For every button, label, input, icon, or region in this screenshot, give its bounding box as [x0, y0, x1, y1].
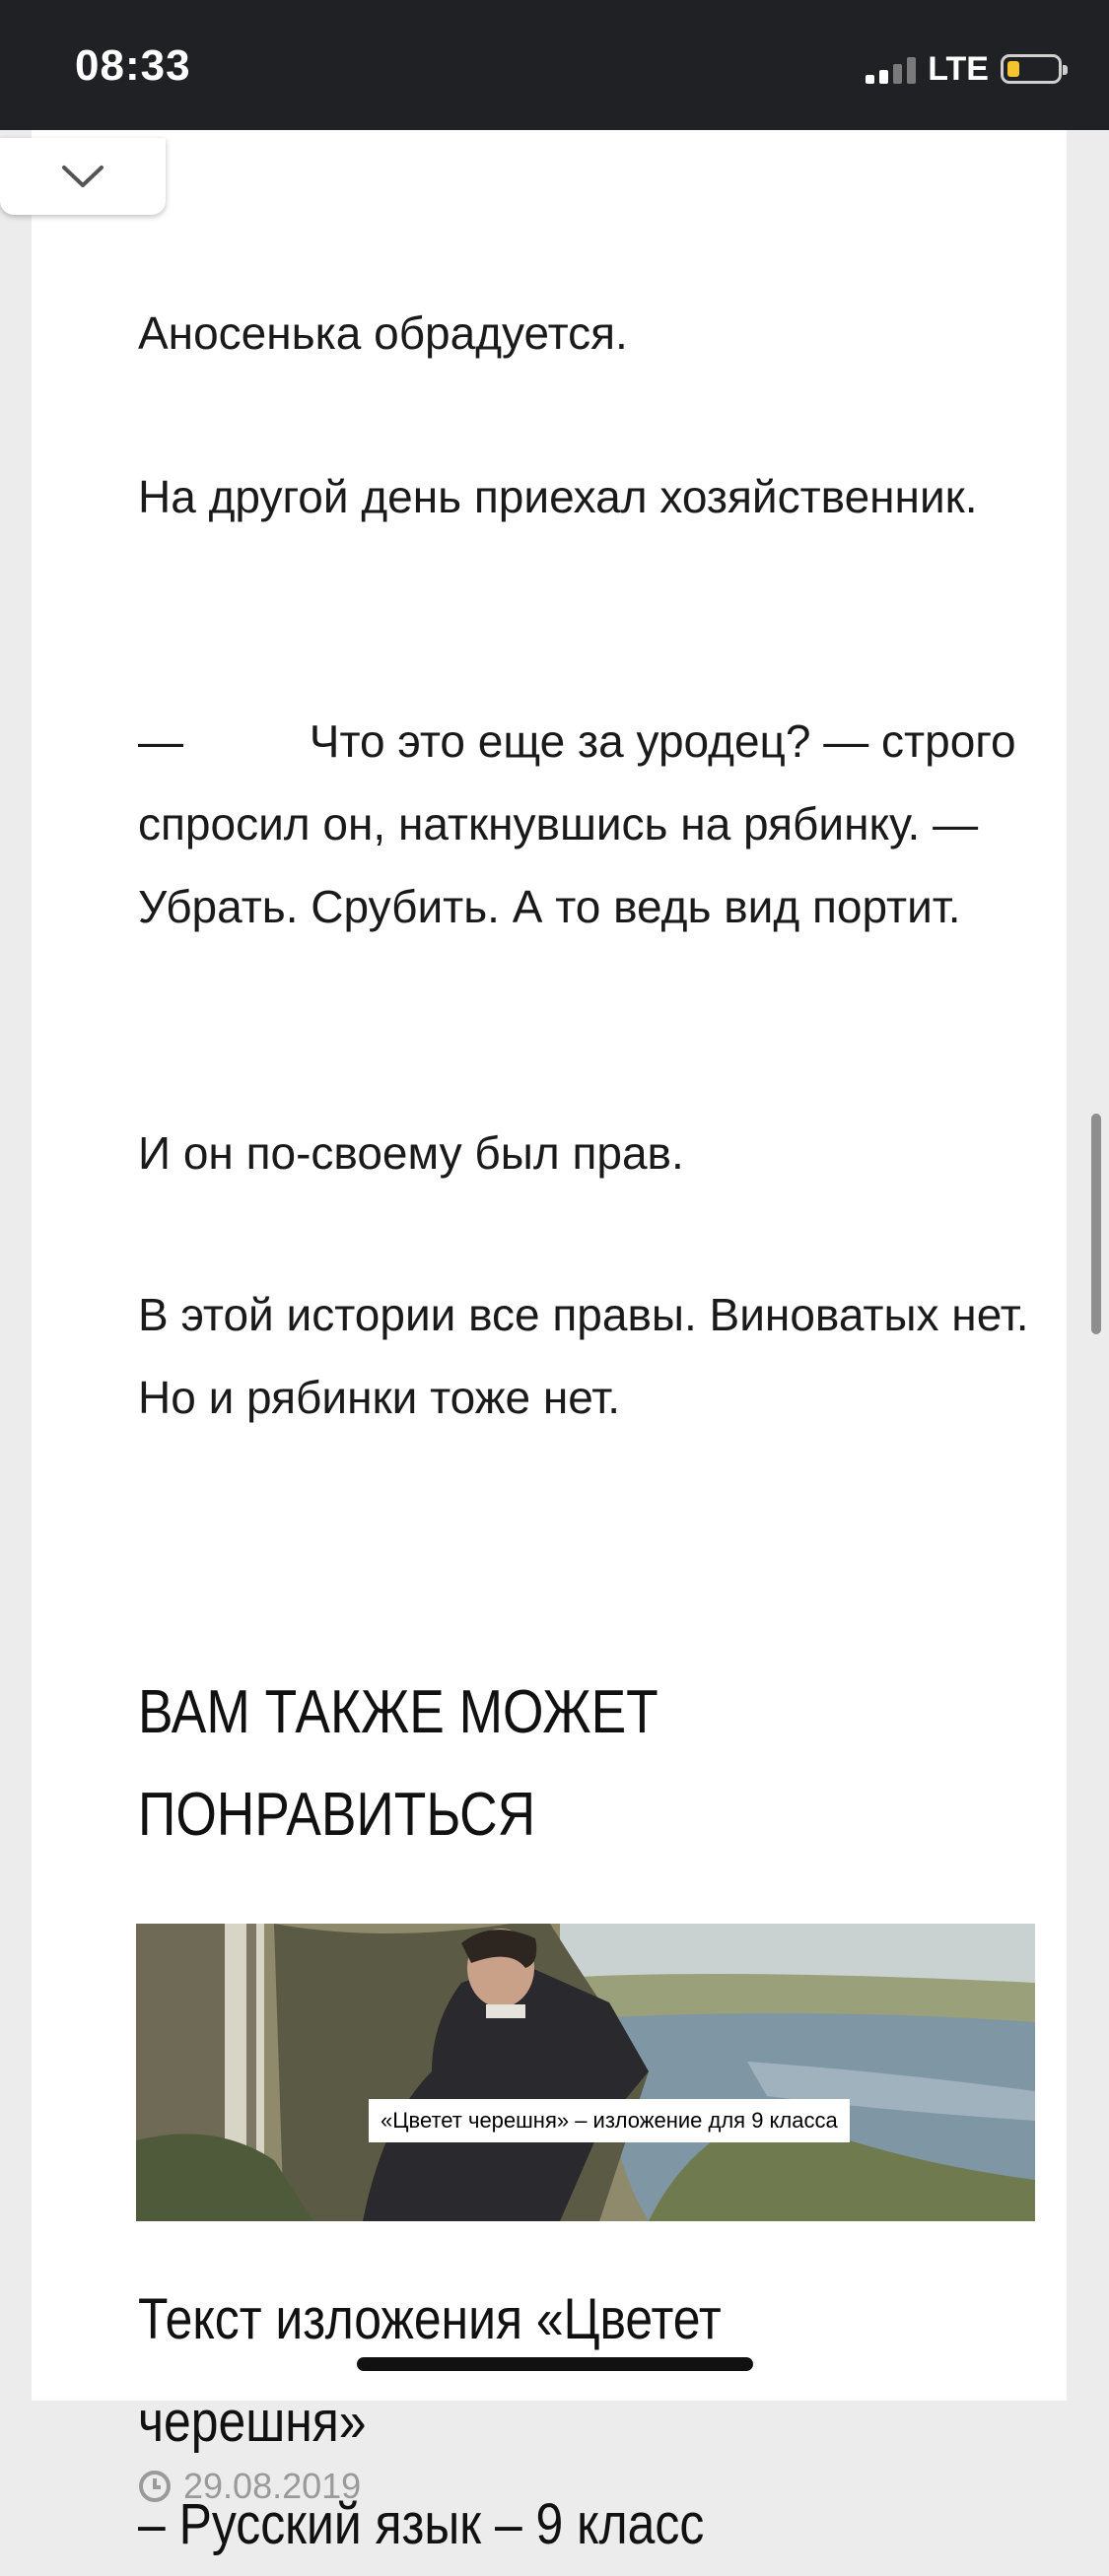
article-paragraph: И он по-своему был прав. — [138, 1127, 684, 1179]
article-paragraph: Аносенька обрадуется. — [138, 307, 628, 359]
clock-icon — [138, 2470, 172, 2503]
related-article-meta: 29.08.2019 — [138, 2466, 361, 2507]
related-thumbnail[interactable] — [136, 1924, 1035, 2221]
article-paragraph: На другой день приехал хозяйственник. — [138, 471, 978, 522]
article-body: Аносенька обрадуется. На другой день при… — [32, 130, 1067, 2556]
scrollbar[interactable] — [1091, 1114, 1101, 1334]
thumbnail-caption: «Цветет черешня» – изложение для 9 класс… — [369, 2099, 850, 2142]
related-heading-line: ВАМ ТАКЖЕ МОЖЕТ — [138, 1678, 658, 1746]
home-indicator[interactable] — [357, 2357, 753, 2371]
chevron-down-icon — [62, 166, 104, 187]
battery-icon — [1001, 54, 1068, 84]
status-indicators: LTE — [866, 49, 1068, 88]
collapse-button[interactable] — [0, 138, 166, 215]
related-article-title[interactable]: Текст изложения «Цветет черешня» – Русск… — [138, 2269, 952, 2576]
status-time: 08:33 — [75, 41, 191, 90]
article-paragraph: В этой истории все правы. Виноватых нет.… — [138, 1289, 1029, 1423]
related-section-heading: ВАМ ТАКЖЕ МОЖЕТ ПОНРАВИТЬСЯ — [138, 1661, 901, 1866]
related-heading-line: ПОНРАВИТЬСЯ — [138, 1781, 536, 1849]
network-type: LTE — [928, 49, 989, 88]
signal-icon — [866, 54, 917, 84]
status-bar: 08:33 LTE — [0, 0, 1109, 130]
publish-date: 29.08.2019 — [183, 2466, 362, 2506]
painting-image — [136, 1924, 1035, 2221]
article-paragraph: — Что это еще за уродец? — строго спроси… — [138, 715, 1029, 932]
